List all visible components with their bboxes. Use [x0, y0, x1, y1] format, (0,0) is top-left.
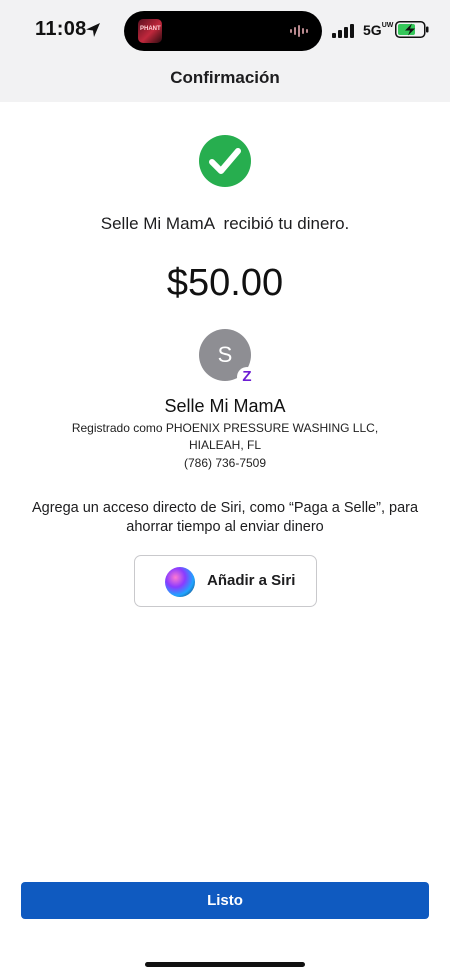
zelle-z-icon: Z	[237, 367, 257, 387]
add-to-siri-button[interactable]: Añadir a Siri	[134, 555, 317, 607]
audio-waveform-icon	[290, 25, 308, 37]
registered-location-line: HIALEAH, FL	[188, 438, 262, 452]
dynamic-island[interactable]: PHANT	[124, 11, 322, 51]
cellular-signal-icon	[332, 24, 354, 38]
status-time: 11:08	[35, 18, 87, 40]
payee-phone: (786) 736-7509	[183, 456, 267, 470]
location-arrow-icon	[86, 23, 100, 37]
network-type-suffix: UW	[381, 22, 394, 29]
transfer-amount: $50.00	[166, 262, 284, 304]
payee-name: Selle Mi MamA	[164, 396, 286, 416]
status-bar: 11:08 PHANT 5GUW	[0, 0, 450, 60]
page-title: Confirmación	[170, 68, 280, 87]
siri-prompt-line-2: ahorrar tiempo al enviar dinero	[126, 519, 324, 535]
add-to-siri-label: Añadir a Siri	[207, 572, 296, 589]
home-indicator[interactable]	[145, 962, 305, 967]
confirmation-message: Selle Mi MamA recibió tu dinero.	[100, 214, 350, 233]
done-button-label: Listo	[207, 892, 243, 909]
now-playing-artwork: PHANT	[138, 19, 162, 43]
now-playing-artwork-text: PHANT	[140, 26, 161, 32]
network-type-label: 5G	[363, 22, 382, 38]
done-button[interactable]: Listo	[21, 882, 429, 919]
siri-prompt-line-1: Agrega un acceso directo de Siri, como “…	[31, 500, 419, 516]
registered-name-line: Registrado como PHOENIX PRESSURE WASHING…	[71, 421, 379, 435]
battery-charging-icon	[395, 21, 429, 38]
network-type: 5GUW	[363, 22, 393, 38]
check-circle-icon	[199, 135, 251, 187]
siri-orb-icon	[165, 567, 195, 597]
